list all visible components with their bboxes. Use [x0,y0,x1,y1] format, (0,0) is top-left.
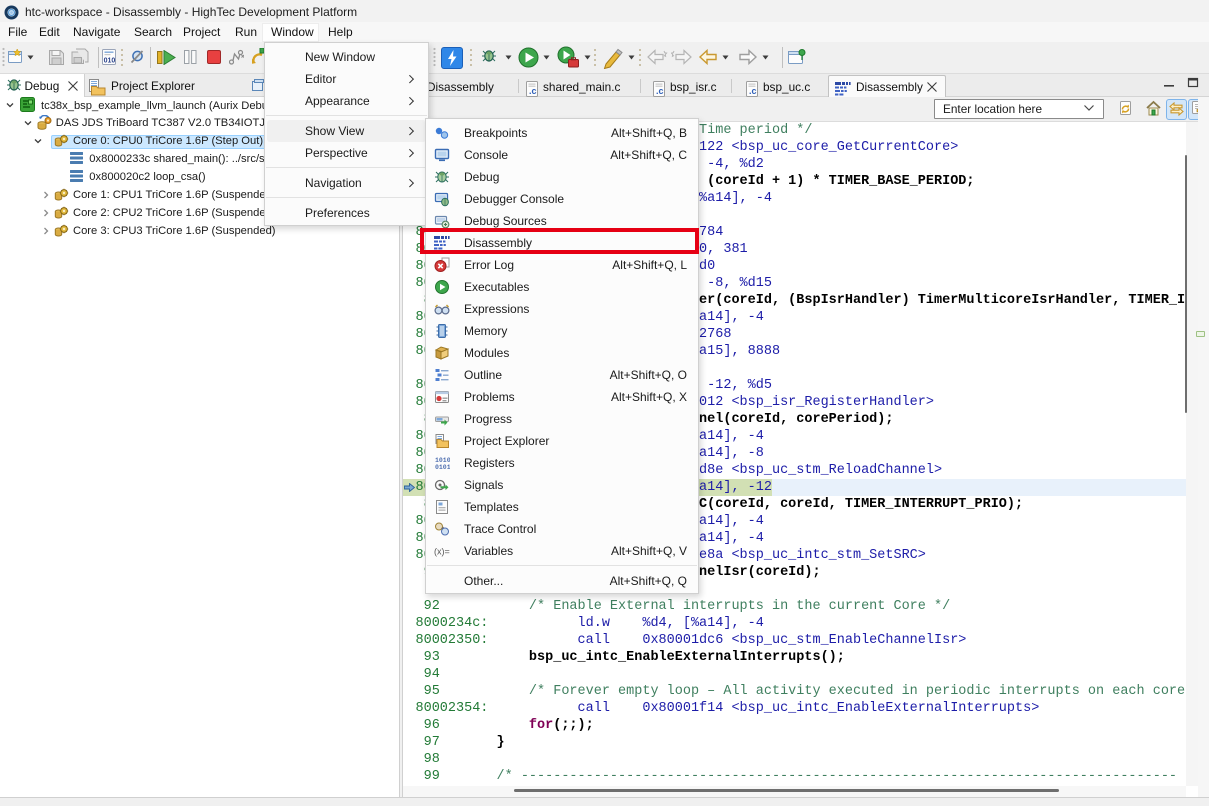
svg-text:(x)=: (x)= [434,546,450,556]
svg-text:010: 010 [104,58,116,65]
svg-text:1010: 1010 [435,457,450,464]
svg-text:0101: 0101 [435,464,450,471]
svg-text:.c: .c [656,86,664,96]
svg-text:.c: .c [529,86,537,96]
svg-text:.c: .c [749,86,757,96]
